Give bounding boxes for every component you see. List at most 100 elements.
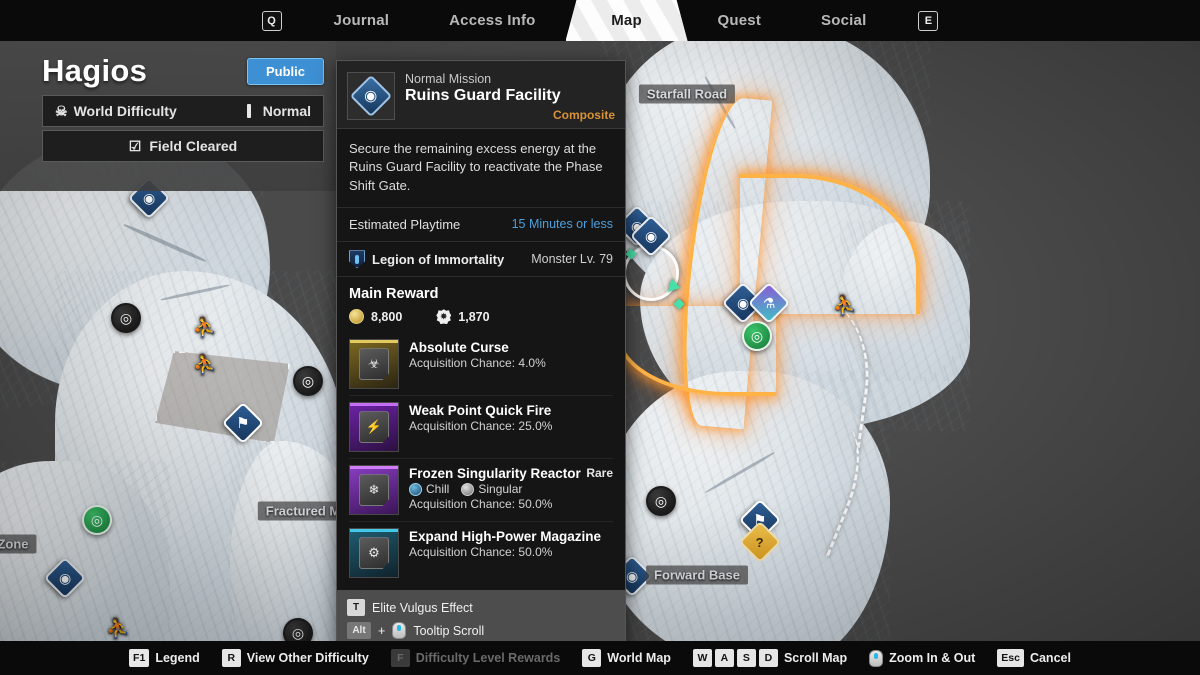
reward-item[interactable]: ☣ Absolute Curse Acquisition Chance: 4.0% [349, 333, 613, 397]
mission-detail-panel: ◉ Normal Mission Ruins Guard Facility Co… [336, 60, 626, 652]
map-marker-research[interactable]: ⚗ [747, 281, 791, 325]
world-difficulty-label: World Difficulty [73, 103, 177, 119]
monster-level-label: Monster Lv. 79 [531, 252, 613, 267]
mouse-wheel-icon [392, 622, 407, 640]
world-difficulty-row[interactable]: ☠ World Difficulty Normal [42, 95, 324, 127]
map-marker-tower-glyph: ⛹ [106, 618, 130, 640]
mission-type-label: Normal Mission [405, 72, 492, 86]
map-marker-objective-glyph: ◎ [283, 618, 313, 641]
map-marker-objective[interactable]: ◎ [293, 366, 323, 396]
map-marker-tower-glyph: ⛹ [193, 317, 217, 339]
mission-description: Secure the remaining excess energy at th… [337, 129, 625, 209]
status-badge-public[interactable]: Public [246, 57, 324, 85]
field-cleared-label: Field Cleared [149, 138, 238, 154]
currency-reward-row: 8,800 ✸ 1,870 [349, 309, 613, 325]
field-cleared-row: ☑ Field Cleared [42, 130, 324, 162]
map-marker-objective[interactable]: ◎ [646, 486, 676, 516]
mission-category-tag: Composite [552, 108, 615, 122]
nav-key-next[interactable]: E [918, 10, 939, 31]
map-marker-tower[interactable]: ⛹ [106, 620, 130, 639]
map-marker-waypoint[interactable]: ◉ [43, 556, 87, 600]
map-marker-tower[interactable]: ⛹ [193, 356, 217, 375]
hotkey-hint[interactable]: R View Other Difficulty [221, 649, 369, 667]
faction-row: Legion of Immortality Monster Lv. 79 [337, 242, 625, 278]
estimated-playtime-row: Estimated Playtime 15 Minutes or less [337, 208, 625, 243]
hotkey-label: Cancel [1029, 651, 1071, 665]
map-marker-objective-glyph: ◎ [111, 303, 141, 333]
module-token-icon: ✸ [436, 309, 452, 325]
world-difficulty-label-group: ☠ World Difficulty [55, 103, 177, 120]
keycap-d: D [758, 649, 778, 667]
hotkey-hint[interactable]: Zoom In & Out [869, 649, 976, 667]
map-area-label: Zone [0, 534, 37, 554]
nav-key-prev[interactable]: Q [261, 10, 282, 31]
reward-item-name: Weak Point Quick Fire [409, 403, 552, 419]
tab-social[interactable]: Social [791, 0, 896, 41]
hotkey-hint[interactable]: W A S D Scroll Map [692, 649, 848, 667]
page-title: Hagios [42, 53, 148, 88]
checkbox-checked-icon: ☑ [128, 137, 142, 154]
map-marker-teleport-glyph: ◎ [742, 321, 772, 351]
reward-item[interactable]: ⚙ Expand High-Power Magazine Acquisition C… [349, 522, 613, 584]
reward-item-attribute: Singular [461, 482, 522, 496]
tab-map[interactable]: Map [565, 0, 688, 41]
keycap-icon: R [221, 649, 241, 667]
mission-icon-frame: ◉ [347, 72, 395, 120]
gold-coin-icon [349, 309, 364, 325]
map-marker-teleport[interactable]: ◎ [742, 321, 772, 351]
map-area-label: Starfall Road [638, 84, 736, 104]
alt-key-icon: Alt [347, 622, 371, 640]
map-marker-objective-glyph: ◎ [646, 486, 676, 516]
map-marker-research-glyph: ⚗ [747, 281, 791, 325]
keycap-w: W [692, 649, 712, 667]
map-marker-tower[interactable]: ⛹ [833, 297, 857, 316]
hotkey-hint[interactable]: G World Map [582, 649, 671, 667]
hotkey-label: Scroll Map [783, 651, 848, 665]
map-marker-tower-glyph: ⛹ [193, 354, 217, 376]
map-marker-objective-glyph: ◎ [293, 366, 323, 396]
main-reward-title: Main Reward [349, 286, 439, 303]
reward-item[interactable]: ⚡ Weak Point Quick Fire Acquisition Chance… [349, 396, 613, 460]
world-info-panel: Hagios Public ☠ World Difficulty Normal … [0, 41, 336, 191]
mission-header: ◉ Normal Mission Ruins Guard Facility Co… [337, 61, 625, 129]
map-marker-teleport[interactable]: ◎ [82, 505, 112, 535]
world-title-row: Hagios Public [0, 41, 336, 95]
hotkey-label: World Map [607, 651, 671, 665]
tab-journal[interactable]: Journal [304, 0, 420, 41]
chill-element-icon [409, 482, 422, 496]
reward-item[interactable]: ❄ Frozen Singularity Reactor Chill Singular… [349, 459, 613, 523]
reward-item-name: Frozen Singularity Reactor [409, 466, 581, 482]
map-marker-objective[interactable]: ◎ [111, 303, 141, 333]
top-navigation-bar: Q Journal Access Info Map Quest Social E [0, 0, 1200, 41]
panel-hotkey-hint[interactable]: Alt + Tooltip Scroll [347, 619, 615, 642]
hotkey-label: View Other Difficulty [246, 651, 369, 665]
reward-item-name: Expand High-Power Magazine [409, 529, 602, 545]
hotkey-label: Zoom In & Out [889, 651, 976, 665]
mission-type-icon: ◉ [349, 74, 393, 118]
map-marker-bookmark[interactable]: ⚑ [221, 401, 265, 445]
map-area-label: Forward Base [646, 565, 748, 585]
keycap-a: A [714, 649, 734, 667]
world-difficulty-value-group: Normal [246, 103, 311, 119]
panel-hotkey-hint[interactable]: T Elite Vulgus Effect [347, 596, 615, 619]
hotkey-hint[interactable]: Esc Cancel [997, 649, 1071, 667]
module-card-icon: ❄ [359, 474, 389, 507]
map-marker-bookmark-glyph: ⚑ [221, 401, 265, 445]
reward-item-icon: ⚙ [349, 528, 399, 579]
map-marker-waypoint[interactable]: ◉ [629, 214, 673, 258]
keycap-icon: G [582, 649, 602, 667]
reward-item-chance: Acquisition Chance: 50.0% [409, 545, 553, 560]
tab-quest[interactable]: Quest [688, 0, 792, 41]
reward-item-chance: Acquisition Chance: 25.0% [409, 419, 553, 434]
currency-reward: ✸ 1,870 [436, 309, 490, 325]
hotkey-hint[interactable]: F1 Legend [129, 649, 200, 667]
keycap-s: S [736, 649, 756, 667]
main-reward-section: Main Reward 8,800 ✸ 1,870 ☣ Absolute Curse A… [337, 277, 625, 590]
map-marker-objective[interactable]: ◎ [283, 618, 313, 641]
tab-access-info[interactable]: Access Info [419, 0, 565, 41]
reward-item-icon: ☣ [349, 339, 399, 390]
attribute-label: Singular [478, 482, 523, 497]
map-marker-tower[interactable]: ⛹ [193, 319, 217, 338]
module-card-icon: ☣ [359, 348, 389, 381]
hotkey-hint: F Difficulty Level Rewards [390, 649, 560, 667]
